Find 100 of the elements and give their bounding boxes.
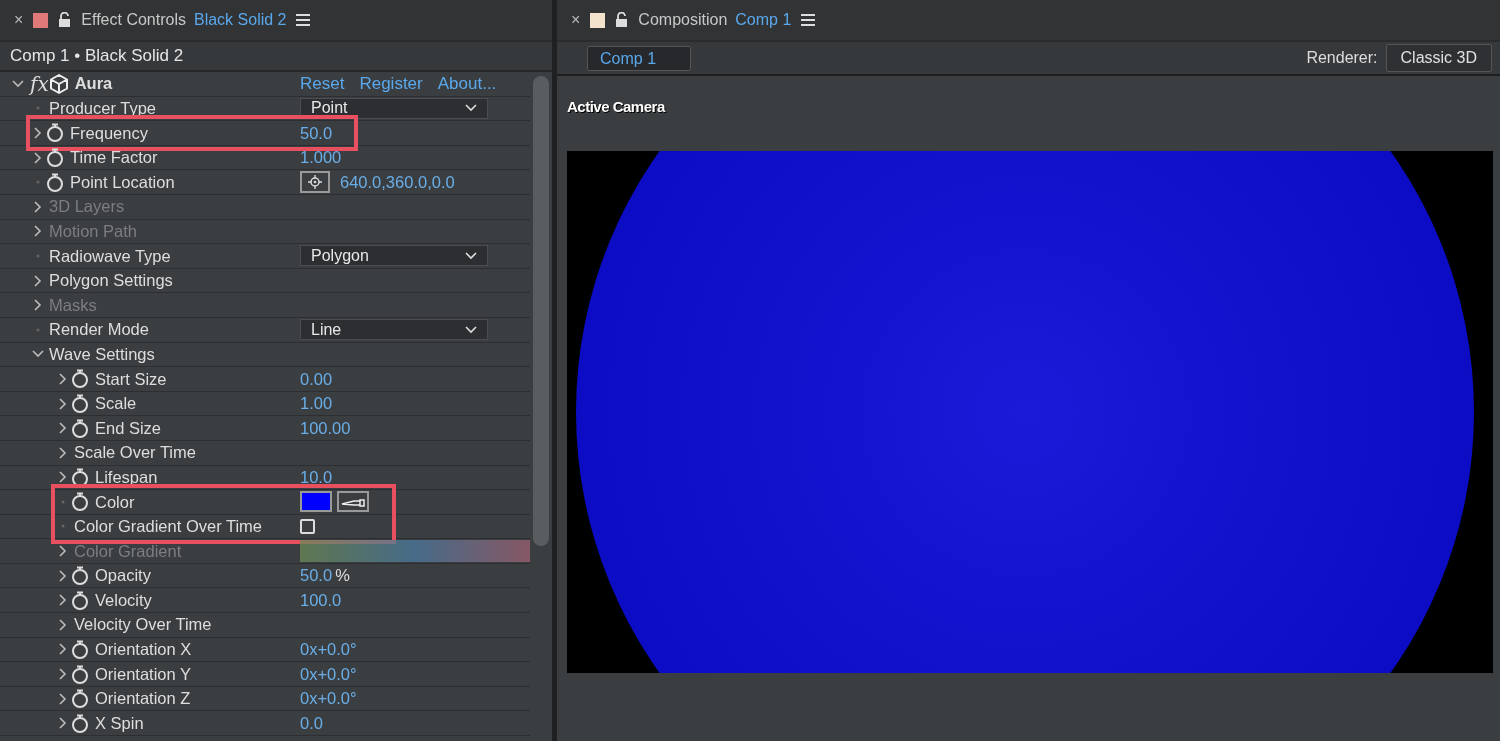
renderer-label: Renderer:: [1306, 48, 1378, 68]
stopwatch-icon[interactable]: [46, 123, 64, 143]
chevron-icon[interactable]: [59, 717, 67, 730]
param-label: Opacity: [95, 565, 151, 587]
param-value[interactable]: 1.00: [300, 391, 333, 416]
param-value[interactable]: 10.0: [300, 464, 333, 490]
fx-label: fx: [30, 72, 49, 98]
stopwatch-icon[interactable]: [71, 713, 89, 733]
param-label: Orientation X: [95, 639, 192, 661]
param-label: Orientation Z: [95, 688, 191, 710]
stopwatch-icon[interactable]: [71, 467, 89, 487]
crosshair-button[interactable]: [300, 171, 330, 194]
param-value[interactable]: 100.00: [300, 415, 351, 441]
param-label: Render Mode: [49, 319, 149, 341]
eyedropper-button[interactable]: [337, 491, 369, 513]
param-label: Scale Over Time: [74, 442, 196, 464]
scroll-thumb[interactable]: [533, 76, 549, 546]
panel-subject[interactable]: Black Solid 2: [194, 8, 287, 32]
chevron-icon[interactable]: [59, 618, 67, 631]
dropdown[interactable]: Point: [300, 97, 488, 119]
param-label: Color Gradient Over Time: [74, 516, 262, 538]
lock-icon[interactable]: [58, 12, 72, 28]
panel-title: Effect Controls: [81, 10, 186, 30]
dropdown[interactable]: Polygon: [300, 245, 488, 267]
comp-tab[interactable]: Comp 1: [587, 45, 691, 71]
chevron-icon[interactable]: [34, 127, 42, 139]
dropdown-value: Polygon: [311, 245, 369, 266]
dropdown[interactable]: Line: [300, 319, 488, 341]
param-label: Start Size: [95, 368, 167, 390]
stopwatch-icon[interactable]: [71, 639, 89, 659]
stopwatch-icon[interactable]: [71, 664, 89, 684]
lock-icon[interactable]: [615, 12, 629, 28]
param-label: Orientation Y: [95, 663, 191, 685]
param-value[interactable]: 0x+0.0°: [300, 661, 357, 687]
stopwatch-icon[interactable]: [71, 369, 89, 389]
stopwatch-icon[interactable]: [71, 566, 89, 586]
param-value[interactable]: 0.0: [300, 710, 323, 736]
chevron-icon[interactable]: [32, 350, 44, 359]
panel-title: Composition: [638, 10, 728, 30]
stopwatch-icon[interactable]: [71, 394, 89, 413]
stopwatch-icon[interactable]: [46, 148, 64, 168]
chevron-icon[interactable]: [59, 422, 67, 435]
eyedropper-icon: [341, 496, 365, 507]
stopwatch-icon[interactable]: [71, 492, 89, 512]
param-value[interactable]: 1.000: [300, 145, 342, 170]
effect-link[interactable]: Reset: [300, 72, 345, 97]
label-color-swatch: [33, 12, 49, 28]
param-value[interactable]: 0.00: [300, 366, 333, 392]
renderer-button[interactable]: Classic 3D: [1385, 44, 1492, 72]
param-value[interactable]: 50.0: [300, 120, 333, 146]
param-value[interactable]: 640.0,360.0,0.0: [340, 169, 455, 195]
chevron-icon[interactable]: [34, 151, 42, 164]
param-label: Velocity Over Time: [74, 614, 212, 636]
param-label: Lifespan: [95, 466, 158, 488]
param-label: End Size: [95, 417, 162, 439]
chevron-icon[interactable]: [59, 692, 67, 705]
param-label: Point Location: [70, 171, 175, 193]
close-icon[interactable]: ×: [14, 8, 24, 32]
stopwatch-icon[interactable]: [71, 418, 89, 438]
chevron-down-icon: [465, 104, 477, 113]
chevron-icon[interactable]: [59, 569, 67, 582]
chevron-icon[interactable]: [59, 397, 67, 410]
param-label: Motion Path: [49, 221, 138, 242]
chevron-icon[interactable]: [59, 594, 67, 607]
chevron-icon[interactable]: [59, 446, 67, 459]
color-swatch[interactable]: [300, 491, 332, 513]
param-label: Masks: [49, 294, 97, 316]
param-label: Time Factor: [70, 147, 158, 169]
menu-icon[interactable]: [801, 14, 816, 26]
chevron-icon[interactable]: [59, 668, 67, 681]
param-label: 3D Layers: [49, 196, 125, 218]
param-label: X Spin: [95, 712, 144, 734]
close-icon[interactable]: ×: [571, 8, 581, 32]
view-label: Active Camera: [567, 97, 667, 117]
effect-link[interactable]: Register: [359, 72, 423, 97]
param-value[interactable]: 50.0: [300, 563, 333, 589]
param-value[interactable]: 0x+0.0°: [300, 686, 357, 711]
param-label: Radiowave Type: [49, 245, 171, 267]
crosshair-icon: [308, 175, 322, 190]
stopwatch-icon[interactable]: [46, 172, 64, 192]
panel-subject[interactable]: Comp 1: [735, 8, 792, 32]
stopwatch-icon[interactable]: [71, 689, 89, 709]
chevron-icon[interactable]: [12, 79, 24, 88]
param-value[interactable]: 100.0: [300, 587, 342, 613]
chevron-icon[interactable]: [59, 372, 67, 385]
param-value[interactable]: 0x+0.0°: [300, 637, 357, 662]
chevron-icon[interactable]: [59, 643, 67, 656]
unit-label: %: [335, 565, 350, 587]
menu-icon[interactable]: [296, 14, 311, 26]
param-label: Color Gradient: [74, 540, 182, 562]
param-label: Polygon Settings: [49, 270, 173, 292]
param-label: Velocity: [95, 589, 152, 611]
chevron-icon[interactable]: [34, 274, 42, 287]
chevron-icon[interactable]: [59, 471, 67, 484]
stopwatch-icon[interactable]: [71, 590, 89, 610]
param-label: Wave Settings: [49, 343, 155, 365]
breadcrumb: Comp 1 • Black Solid 2: [0, 42, 552, 72]
param-label: Frequency: [70, 122, 148, 144]
effect-link[interactable]: About...: [437, 72, 497, 97]
checkbox[interactable]: [300, 519, 315, 534]
